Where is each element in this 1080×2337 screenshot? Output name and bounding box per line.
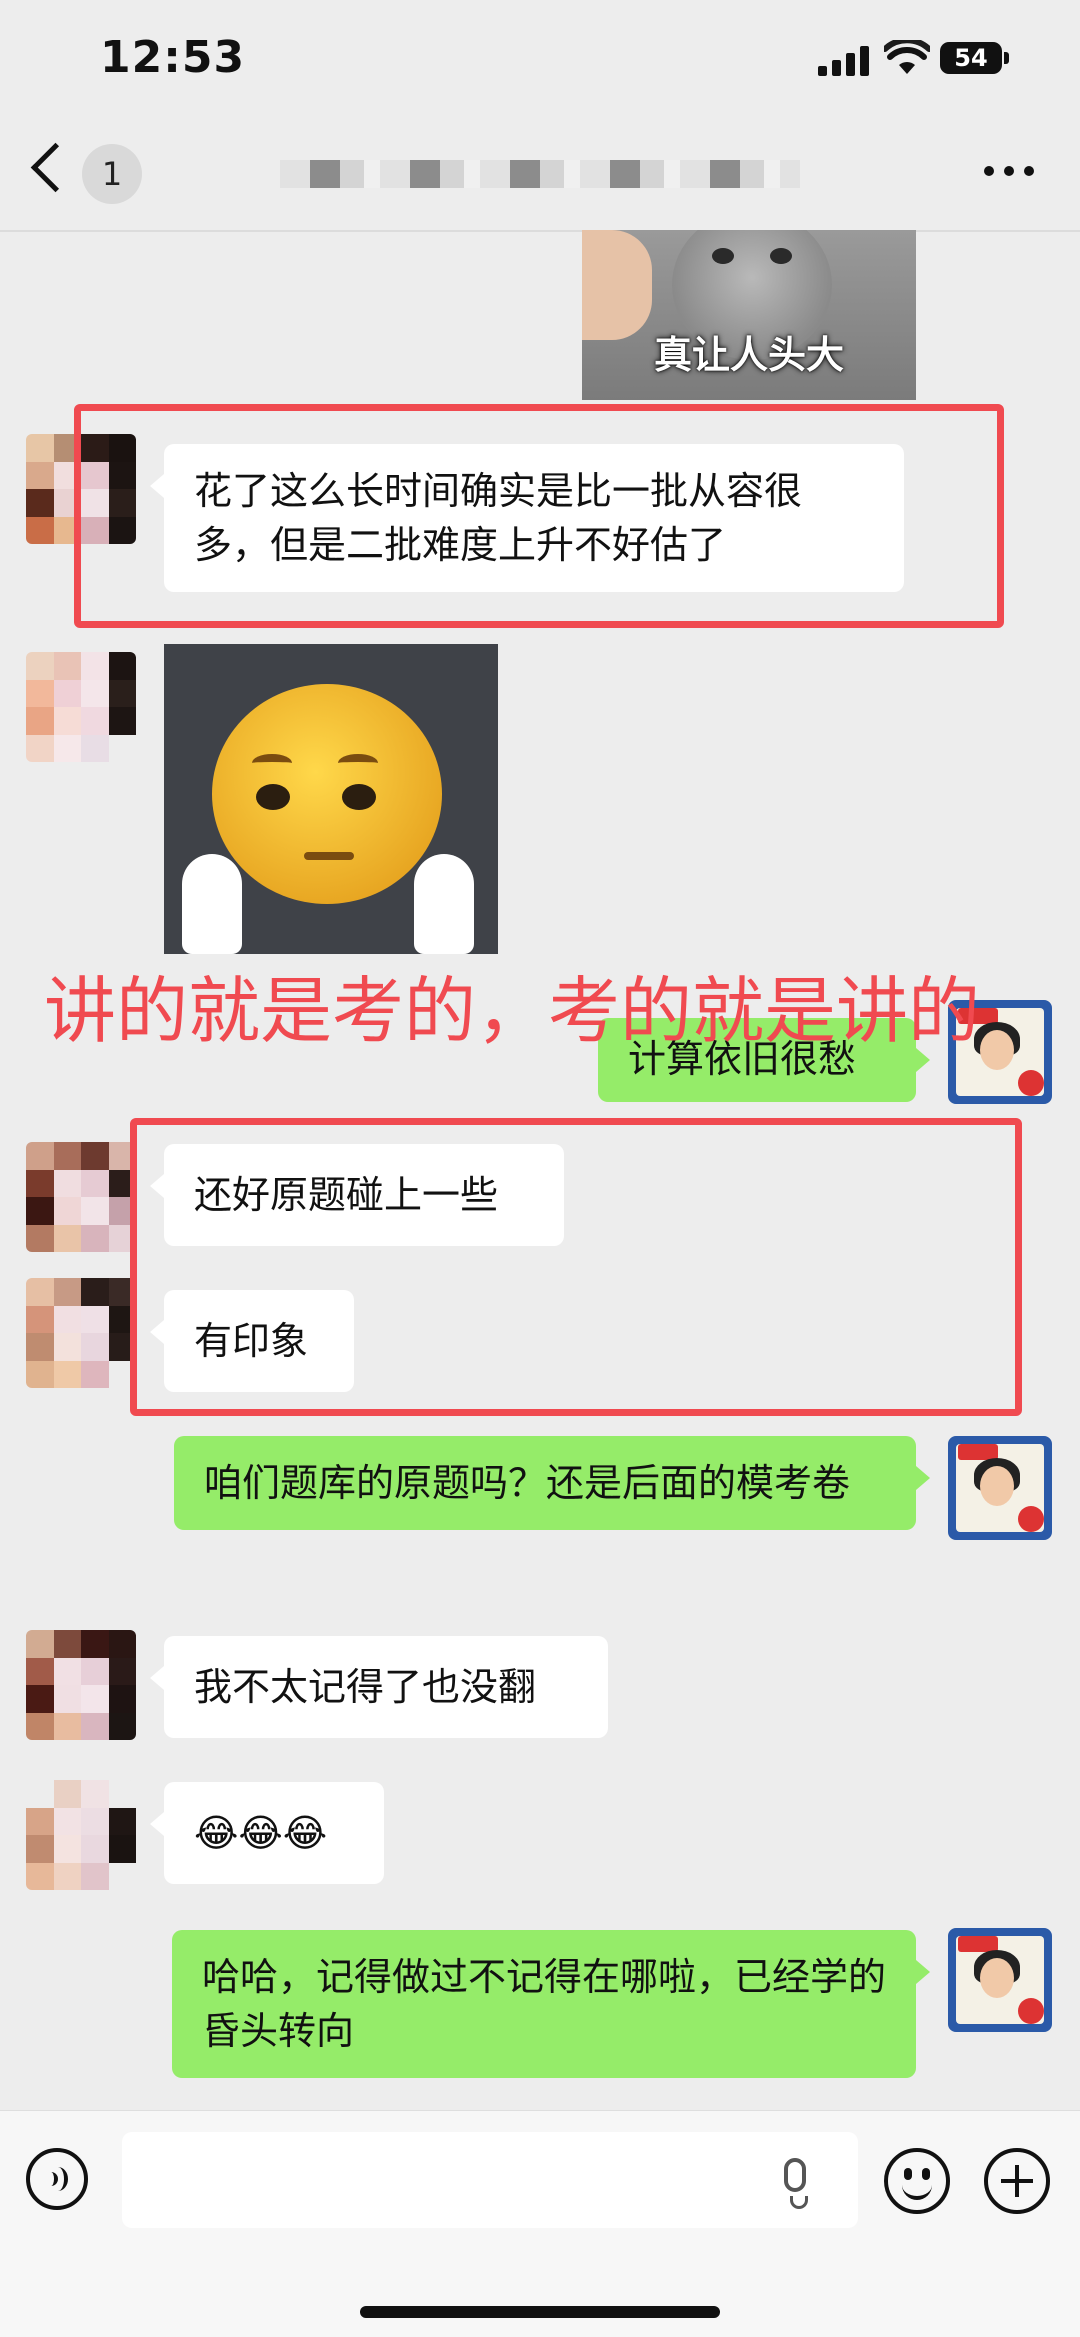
avatar-badge (1018, 1998, 1044, 2024)
chat-title-redacted (280, 160, 800, 188)
emoji-icon[interactable] (884, 2148, 950, 2214)
unread-badge[interactable]: 1 (82, 144, 142, 204)
more-icon[interactable] (984, 166, 1044, 180)
sticker-eye (342, 784, 376, 810)
nav-divider (0, 230, 1080, 232)
battery-tip (1004, 52, 1009, 64)
sticker-face (212, 684, 442, 904)
home-indicator (360, 2306, 720, 2318)
sticker-brow (252, 754, 292, 772)
sticker-mouth (304, 852, 354, 860)
back-icon[interactable] (30, 142, 81, 193)
annotation-text: 讲的就是考的，考的就是讲的 (44, 969, 981, 1053)
avatar-badge (1018, 1506, 1044, 1532)
avatar[interactable] (26, 652, 136, 762)
sticker-eye (256, 784, 290, 810)
avatar-face (980, 1958, 1014, 1998)
signal-icon (818, 44, 872, 76)
avatar[interactable] (26, 1278, 136, 1388)
message-bubble[interactable]: 哈哈，记得做过不记得在哪啦，已经学的昏头转向 (172, 1930, 930, 2078)
message-input[interactable] (122, 2132, 858, 2228)
cat-eye (712, 248, 734, 264)
emoji-sticker-image[interactable] (164, 644, 498, 954)
voice-icon[interactable] (26, 2148, 88, 2210)
wifi-icon (884, 40, 930, 74)
battery-indicator: 54 (940, 42, 1002, 74)
cat-eye (770, 248, 792, 264)
message-bubble[interactable]: 咱们题库的原题吗？还是后面的模考卷 (174, 1436, 930, 1530)
sticker-hand (182, 854, 242, 954)
avatar[interactable] (26, 1780, 136, 1890)
sticker-brow (338, 754, 378, 772)
sticker-hand (414, 854, 474, 954)
cat-sticker-caption: 真让人头大 (653, 333, 844, 377)
avatar[interactable] (26, 1630, 136, 1740)
mic-icon[interactable] (784, 2158, 806, 2192)
highlight-box (74, 404, 1004, 628)
avatar-face (980, 1030, 1014, 1070)
avatar-badge (1018, 1070, 1044, 1096)
message-bubble[interactable]: 😂😂😂 (150, 1782, 384, 1884)
cat-sticker-image[interactable]: 真让人头大 (582, 230, 916, 400)
status-time: 12:53 (100, 32, 246, 83)
self-avatar[interactable] (948, 1436, 1052, 1540)
avatar-face (980, 1466, 1014, 1506)
highlight-box (130, 1118, 1022, 1416)
avatar[interactable] (26, 1142, 136, 1252)
plus-icon[interactable] (984, 2148, 1050, 2214)
message-bubble[interactable]: 我不太记得了也没翻 (150, 1636, 608, 1738)
self-avatar[interactable] (948, 1928, 1052, 2032)
